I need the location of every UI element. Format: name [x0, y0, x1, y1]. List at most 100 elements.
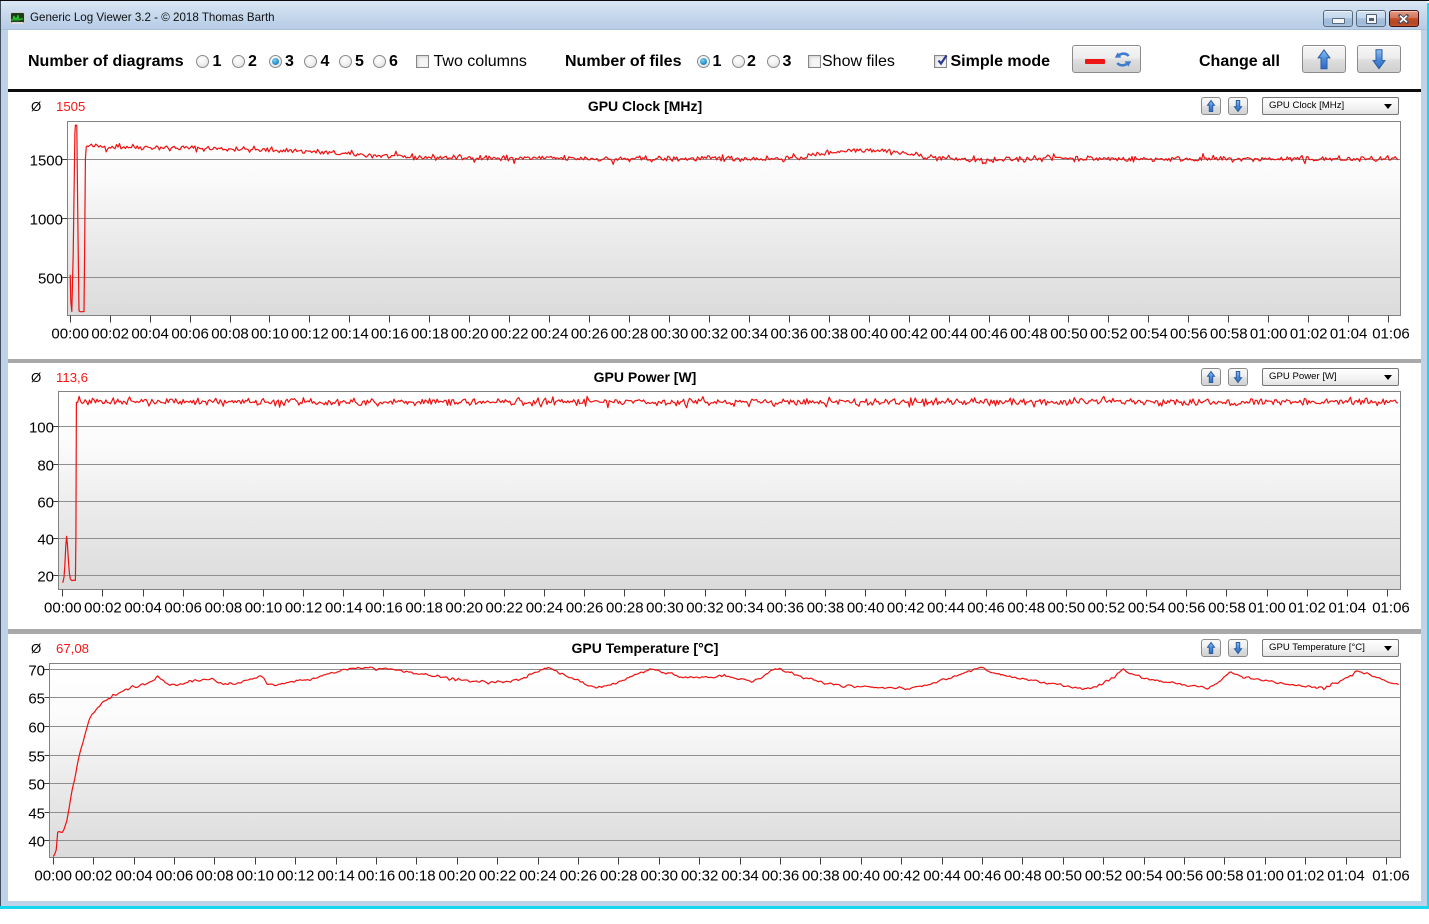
svg-text:01:04: 01:04 [1327, 868, 1365, 885]
svg-text:00:56: 00:56 [1168, 600, 1206, 617]
svg-text:00:58: 00:58 [1206, 868, 1244, 885]
svg-text:00:28: 00:28 [606, 600, 644, 617]
svg-text:00:00: 00:00 [51, 326, 89, 343]
svg-text:00:48: 00:48 [1007, 600, 1045, 617]
svg-text:00:58: 00:58 [1208, 600, 1246, 617]
svg-text:00:56: 00:56 [1166, 868, 1204, 885]
svg-text:00:30: 00:30 [646, 600, 684, 617]
svg-text:00:30: 00:30 [651, 326, 689, 343]
svg-text:01:04: 01:04 [1330, 326, 1368, 343]
svg-text:00:42: 00:42 [887, 600, 925, 617]
svg-text:01:02: 01:02 [1290, 326, 1328, 343]
svg-text:00:48: 00:48 [1010, 326, 1048, 343]
svg-text:00:32: 00:32 [681, 868, 719, 885]
svg-text:00:12: 00:12 [285, 600, 323, 617]
svg-text:00:26: 00:26 [571, 326, 609, 343]
svg-text:00:34: 00:34 [721, 868, 759, 885]
svg-text:00:16: 00:16 [371, 326, 409, 343]
svg-text:00:12: 00:12 [277, 868, 315, 885]
svg-text:00:28: 00:28 [600, 868, 638, 885]
svg-text:01:06: 01:06 [1372, 868, 1410, 885]
svg-text:00:08: 00:08 [211, 326, 249, 343]
svg-text:00:12: 00:12 [291, 326, 329, 343]
svg-text:01:00: 01:00 [1250, 326, 1288, 343]
svg-text:00:06: 00:06 [156, 868, 194, 885]
svg-text:00:40: 00:40 [842, 868, 880, 885]
svg-text:00:10: 00:10 [251, 326, 289, 343]
svg-text:00:36: 00:36 [771, 326, 809, 343]
svg-text:00:56: 00:56 [1170, 326, 1208, 343]
svg-text:00:06: 00:06 [164, 600, 202, 617]
svg-text:00:22: 00:22 [491, 326, 529, 343]
svg-text:00:20: 00:20 [438, 868, 476, 885]
svg-text:00:04: 00:04 [131, 326, 169, 343]
svg-text:80: 80 [37, 457, 54, 474]
svg-text:00:44: 00:44 [930, 326, 968, 343]
svg-text:50: 50 [28, 776, 45, 793]
svg-text:00:50: 00:50 [1044, 868, 1082, 885]
svg-text:00:14: 00:14 [317, 868, 355, 885]
svg-text:00:50: 00:50 [1050, 326, 1088, 343]
svg-text:00:08: 00:08 [196, 868, 234, 885]
svg-text:60: 60 [28, 719, 45, 736]
svg-text:1500: 1500 [30, 152, 63, 169]
svg-text:00:46: 00:46 [964, 868, 1002, 885]
svg-text:20: 20 [37, 568, 54, 585]
svg-text:00:24: 00:24 [519, 868, 557, 885]
svg-text:00:32: 00:32 [686, 600, 724, 617]
svg-text:01:06: 01:06 [1372, 326, 1410, 343]
svg-text:01:04: 01:04 [1329, 600, 1367, 617]
svg-text:00:02: 00:02 [84, 600, 122, 617]
svg-text:00:26: 00:26 [560, 868, 598, 885]
svg-text:45: 45 [28, 805, 45, 822]
svg-text:00:24: 00:24 [526, 600, 564, 617]
svg-text:01:00: 01:00 [1248, 600, 1286, 617]
svg-text:01:02: 01:02 [1287, 868, 1325, 885]
svg-text:1000: 1000 [30, 211, 63, 228]
svg-text:00:40: 00:40 [850, 326, 888, 343]
svg-text:65: 65 [28, 690, 45, 707]
svg-text:00:42: 00:42 [883, 868, 921, 885]
svg-text:00:54: 00:54 [1128, 600, 1166, 617]
svg-text:00:48: 00:48 [1004, 868, 1042, 885]
svg-text:60: 60 [37, 494, 54, 511]
svg-text:00:30: 00:30 [640, 868, 678, 885]
svg-text:00:14: 00:14 [325, 600, 363, 617]
svg-text:00:00: 00:00 [44, 600, 82, 617]
svg-text:100: 100 [29, 419, 54, 436]
svg-text:00:50: 00:50 [1048, 600, 1086, 617]
svg-text:00:28: 00:28 [611, 326, 649, 343]
svg-text:00:02: 00:02 [75, 868, 113, 885]
svg-text:00:18: 00:18 [405, 600, 443, 617]
svg-text:00:38: 00:38 [807, 600, 845, 617]
svg-text:00:18: 00:18 [398, 868, 436, 885]
svg-text:00:26: 00:26 [566, 600, 604, 617]
svg-text:00:20: 00:20 [451, 326, 489, 343]
svg-text:55: 55 [28, 748, 45, 765]
svg-text:00:34: 00:34 [731, 326, 769, 343]
svg-text:00:58: 00:58 [1210, 326, 1248, 343]
svg-text:00:36: 00:36 [767, 600, 805, 617]
svg-text:01:00: 01:00 [1246, 868, 1284, 885]
svg-text:00:04: 00:04 [124, 600, 162, 617]
svg-text:00:22: 00:22 [479, 868, 517, 885]
svg-text:00:16: 00:16 [365, 600, 403, 617]
svg-text:70: 70 [28, 662, 45, 679]
svg-text:00:54: 00:54 [1130, 326, 1168, 343]
svg-text:00:08: 00:08 [205, 600, 243, 617]
svg-text:40: 40 [37, 531, 54, 548]
svg-text:00:02: 00:02 [91, 326, 129, 343]
svg-text:00:18: 00:18 [411, 326, 449, 343]
svg-text:01:06: 01:06 [1372, 600, 1410, 617]
svg-text:00:54: 00:54 [1125, 868, 1163, 885]
svg-text:00:20: 00:20 [445, 600, 483, 617]
svg-text:00:10: 00:10 [245, 600, 283, 617]
svg-text:00:46: 00:46 [970, 326, 1008, 343]
svg-text:00:10: 00:10 [236, 868, 274, 885]
svg-text:00:52: 00:52 [1085, 868, 1123, 885]
svg-text:00:14: 00:14 [331, 326, 369, 343]
svg-text:00:00: 00:00 [34, 868, 72, 885]
svg-text:00:06: 00:06 [171, 326, 209, 343]
svg-text:00:34: 00:34 [726, 600, 764, 617]
svg-text:00:46: 00:46 [967, 600, 1005, 617]
